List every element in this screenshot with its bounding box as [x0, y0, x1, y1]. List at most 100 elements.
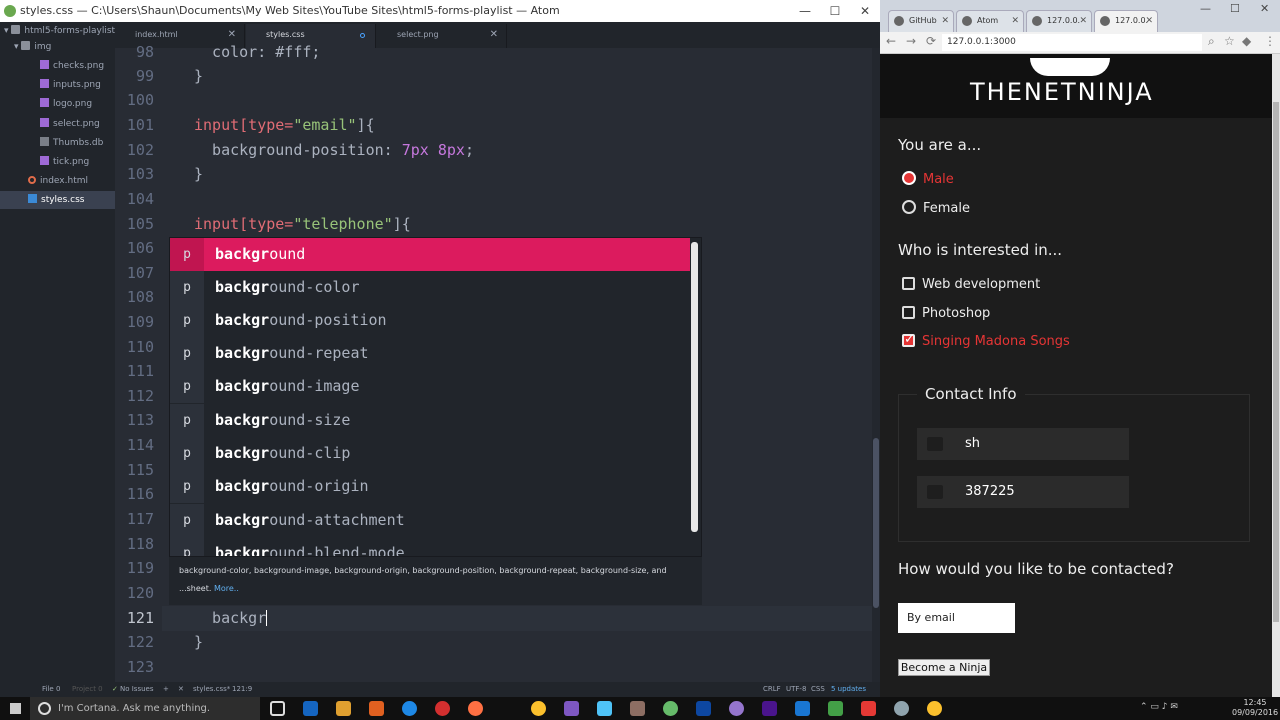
chrome-icon[interactable]: [927, 701, 942, 716]
status-file-count[interactable]: File 0: [42, 682, 60, 697]
app-icon[interactable]: [729, 701, 744, 716]
atom-icon[interactable]: [663, 701, 678, 716]
photoshop-icon[interactable]: [696, 701, 711, 716]
autocomplete-item[interactable]: p background-color: [170, 271, 690, 304]
checkbox-singing[interactable]: Singing Madona Songs: [902, 331, 1070, 351]
back-icon[interactable]: ←: [886, 34, 896, 48]
autocomplete-item[interactable]: p background-attachment: [170, 504, 690, 537]
clock[interactable]: 12:45 09/09/2016: [1232, 698, 1278, 718]
opera-icon[interactable]: [435, 701, 450, 716]
radio-female[interactable]: Female: [902, 200, 970, 218]
chrome-tab[interactable]: 127.0.0. ✕: [1026, 10, 1092, 32]
firefox-icon[interactable]: [468, 701, 483, 716]
status-updates[interactable]: 5 updates: [831, 682, 866, 697]
checkbox-icon[interactable]: [902, 277, 915, 290]
tree-folder-img[interactable]: ▾ img: [14, 38, 51, 56]
contact-info-legend: Contact Info: [917, 385, 1025, 403]
close-icon[interactable]: ✕: [1011, 11, 1019, 31]
media-player-icon[interactable]: [795, 701, 810, 716]
tab-select-png[interactable]: select.png ✕: [377, 24, 507, 48]
file-explorer-icon[interactable]: [336, 701, 351, 716]
editor-scrollbar-thumb[interactable]: [873, 438, 879, 608]
maximize-button[interactable]: ☐: [1230, 2, 1240, 15]
more-link[interactable]: More..: [214, 584, 239, 593]
close-icon[interactable]: ✕: [178, 682, 184, 697]
close-icon[interactable]: ✕: [490, 24, 498, 46]
become-ninja-button[interactable]: Become a Ninja: [898, 659, 990, 676]
forward-icon[interactable]: →: [906, 34, 916, 48]
tree-file[interactable]: logo.png: [40, 95, 92, 113]
close-button[interactable]: ✕: [850, 0, 880, 22]
radio-checked-icon[interactable]: [902, 171, 916, 185]
address-bar[interactable]: 127.0.0.1:3000: [942, 34, 1202, 51]
app-icon[interactable]: [894, 701, 909, 716]
autocomplete-item-selected[interactable]: p background: [170, 238, 690, 271]
system-tray-icons[interactable]: ⌃ ▭ ♪ ✉: [1140, 702, 1178, 712]
store-icon[interactable]: [369, 701, 384, 716]
autocomplete-item[interactable]: p background-origin: [170, 470, 690, 503]
chrome-tab-active[interactable]: 127.0.0. ✕: [1094, 10, 1158, 32]
check-icon: ✓: [112, 685, 118, 693]
tree-file[interactable]: select.png: [40, 115, 100, 133]
status-cursor-position[interactable]: 121:9: [232, 682, 252, 697]
checkbox-icon[interactable]: [902, 306, 915, 319]
cortana-search[interactable]: I'm Cortana. Ask me anything.: [30, 697, 260, 720]
tree-file-index[interactable]: index.html: [28, 172, 88, 190]
status-encoding[interactable]: UTF-8: [786, 682, 806, 697]
autocomplete-item[interactable]: p background-blend-mode: [170, 537, 690, 556]
chrome-icon[interactable]: [531, 701, 546, 716]
tree-file-styles[interactable]: styles.css: [0, 191, 115, 209]
autocomplete-item[interactable]: p background-size: [170, 404, 690, 437]
plus-icon[interactable]: +: [163, 682, 169, 697]
status-grammar[interactable]: CSS: [811, 682, 825, 697]
autocomplete-item[interactable]: p background-position: [170, 304, 690, 337]
minimize-button[interactable]: —: [790, 0, 820, 22]
chrome-tab[interactable]: Atom ✕: [956, 10, 1024, 32]
bookmark-star-icon[interactable]: ☆: [1224, 34, 1235, 48]
editor-scrollbar[interactable]: [872, 48, 880, 682]
page-scrollbar-thumb[interactable]: [1273, 102, 1279, 622]
status-line-ending[interactable]: CRLF: [763, 682, 781, 697]
autocomplete-item[interactable]: p background-clip: [170, 437, 690, 470]
radio-male[interactable]: Male: [902, 171, 954, 189]
tree-file[interactable]: inputs.png: [40, 76, 101, 94]
phone-input[interactable]: 387225: [917, 476, 1129, 508]
close-icon[interactable]: ✕: [1079, 11, 1087, 31]
checkbox-web-development[interactable]: Web development: [902, 276, 1040, 294]
autocomplete-item[interactable]: p background-repeat: [170, 337, 690, 370]
tree-file[interactable]: Thumbs.db: [40, 134, 103, 152]
outlook-icon[interactable]: [303, 701, 318, 716]
app-icon[interactable]: [597, 701, 612, 716]
app-icon[interactable]: [861, 701, 876, 716]
close-icon[interactable]: ✕: [1145, 11, 1153, 31]
start-button[interactable]: [0, 697, 30, 720]
tree-file[interactable]: tick.png: [40, 153, 89, 171]
reload-icon[interactable]: ⟳: [926, 34, 936, 48]
edge-icon[interactable]: [402, 701, 417, 716]
radio-icon[interactable]: [902, 200, 916, 214]
minimize-button[interactable]: —: [1200, 2, 1211, 15]
status-file-name[interactable]: styles.css*: [193, 682, 230, 697]
autocomplete-item[interactable]: p background-image: [170, 370, 690, 403]
status-project-count[interactable]: Project 0: [72, 682, 103, 697]
app-icon[interactable]: [828, 701, 843, 716]
checkbox-photoshop[interactable]: Photoshop: [902, 305, 990, 323]
autocomplete-scrollbar[interactable]: [691, 242, 698, 532]
zoom-icon[interactable]: ⌕: [1208, 34, 1215, 49]
visual-studio-icon[interactable]: [564, 701, 579, 716]
extension-icon[interactable]: ◆: [1242, 34, 1251, 48]
page-scrollbar[interactable]: [1272, 54, 1280, 697]
task-view-icon[interactable]: [270, 701, 285, 716]
name-input[interactable]: sh: [917, 428, 1129, 460]
status-issues[interactable]: No Issues: [120, 682, 154, 697]
menu-icon[interactable]: ⋮: [1264, 34, 1276, 48]
tree-file[interactable]: checks.png: [40, 57, 104, 75]
app-icon[interactable]: [630, 701, 645, 716]
premiere-icon[interactable]: [762, 701, 777, 716]
chrome-tab[interactable]: GitHub ✕: [888, 10, 954, 32]
checkbox-checked-icon[interactable]: [902, 331, 915, 349]
maximize-button[interactable]: ☐: [820, 0, 850, 22]
contact-method-select[interactable]: By email: [898, 603, 1015, 633]
close-icon[interactable]: ✕: [941, 11, 949, 31]
close-button[interactable]: ✕: [1260, 2, 1269, 15]
